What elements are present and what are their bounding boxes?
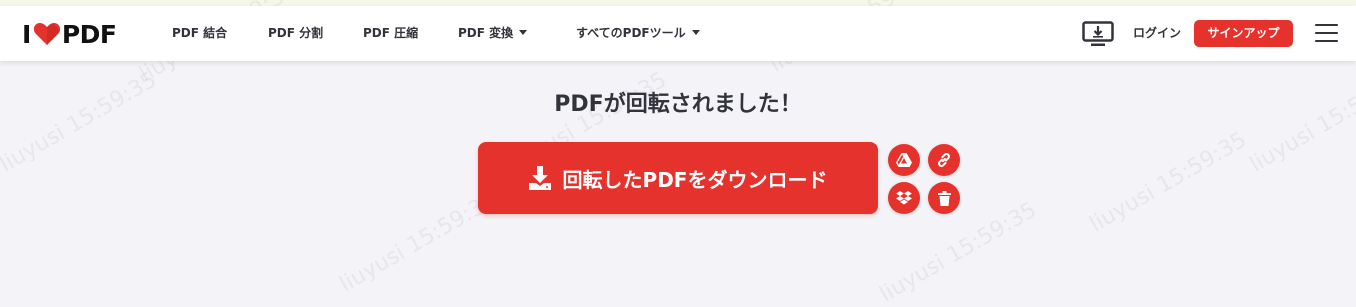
google-drive-button[interactable]: [888, 144, 920, 176]
logo-letter-i: I: [22, 19, 31, 49]
login-link[interactable]: ログイン: [1133, 6, 1181, 61]
link-icon: [938, 153, 950, 167]
dropbox-icon: [896, 190, 912, 204]
trash-icon: [937, 190, 951, 206]
page-title: PDFが回転されました！: [554, 92, 802, 117]
nav-all-pdf-tools[interactable]: すべてのPDFツール: [576, 6, 700, 61]
nav-merge-pdf[interactable]: PDF 結合: [172, 6, 227, 61]
nav-split-pdf-label: PDF 分割: [268, 26, 324, 40]
hamburger-menu-icon[interactable]: [1315, 24, 1338, 44]
watermark: liuyusi 15:59:35: [0, 67, 161, 178]
copy-link-button[interactable]: [928, 144, 960, 176]
download-rotated-pdf-button[interactable]: 回転したPDFをダウンロード: [478, 142, 878, 214]
caret-down-icon: [519, 30, 528, 35]
download-button-label: 回転したPDFをダウンロード: [562, 167, 828, 192]
watermark: liuyusi 15:59:35: [1085, 127, 1251, 238]
ilovepdf-logo[interactable]: I PDF: [22, 19, 117, 49]
logo-letters-pdf: PDF: [61, 19, 117, 49]
nav-compress-pdf-label: PDF 圧縮: [363, 26, 419, 40]
google-drive-icon: [896, 153, 912, 167]
heart-icon: [33, 23, 60, 45]
nav-merge-pdf-label: PDF 結合: [172, 26, 228, 40]
watermark: liuyusi 15:59:35: [335, 187, 501, 298]
caret-down-icon: [691, 30, 700, 35]
nav-all-pdf-tools-label: すべてのPDFツール: [576, 26, 686, 40]
nav-compress-pdf[interactable]: PDF 圧縮: [363, 6, 418, 61]
download-icon: [528, 166, 551, 190]
watermark: liuyusi 15:59:35: [875, 197, 1041, 307]
nav-convert-pdf-label: PDF 変換: [458, 26, 514, 40]
signup-button[interactable]: サインアップ: [1194, 20, 1293, 47]
delete-button[interactable]: [928, 182, 960, 214]
nav-split-pdf[interactable]: PDF 分割: [268, 6, 323, 61]
watermark: liuyusi 15:59:35: [1245, 67, 1356, 178]
dropbox-button[interactable]: [888, 182, 920, 214]
desktop-download-icon[interactable]: [1082, 21, 1114, 47]
site-header: I PDF PDF 結合 PDF 分割 PDF 圧縮 PDF 変換 すべてのPD…: [0, 6, 1356, 61]
nav-convert-pdf[interactable]: PDF 変換: [458, 6, 528, 61]
